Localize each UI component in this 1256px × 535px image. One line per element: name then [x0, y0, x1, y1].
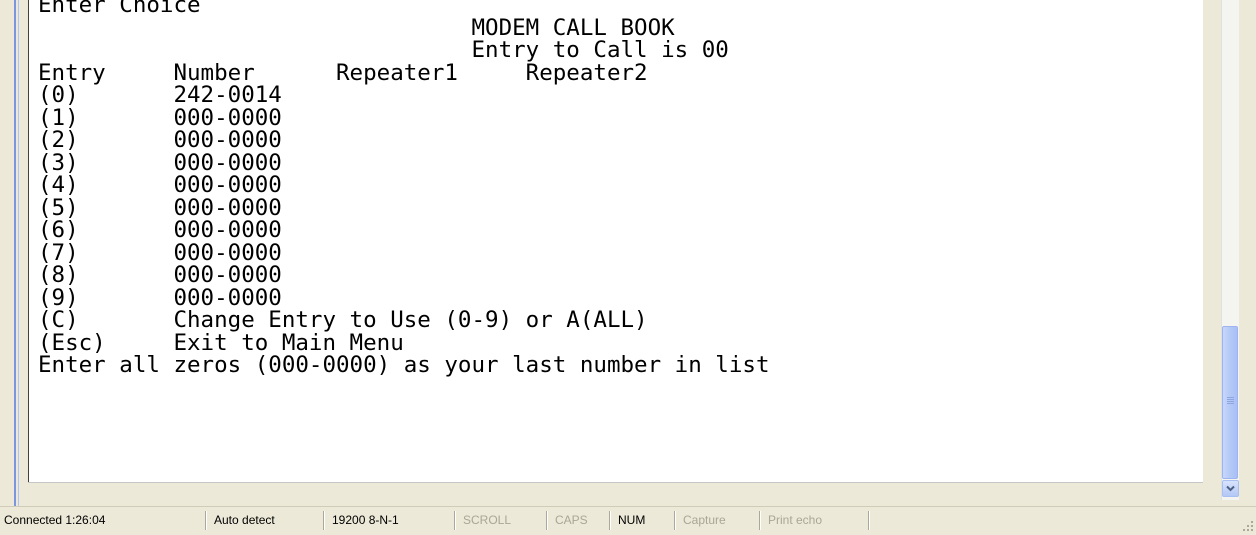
resize-grip-icon[interactable] — [1242, 520, 1254, 532]
hyperterminal-window: Enter Choice MODEM CALL BOOK Entry to Ca… — [0, 0, 1256, 506]
status-scroll-indicator: SCROLL — [463, 513, 512, 527]
terminal-panel[interactable]: Enter Choice MODEM CALL BOOK Entry to Ca… — [28, 0, 1204, 483]
status-caps-indicator: CAPS — [555, 513, 588, 527]
status-bar: Connected 1:26:04 Auto detect 19200 8-N-… — [0, 506, 1256, 534]
scroll-down-button[interactable] — [1222, 480, 1239, 497]
status-port-settings: 19200 8-N-1 — [332, 513, 399, 527]
status-print-echo-indicator: Print echo — [768, 513, 823, 527]
terminal-line-instruction: Enter all zeros (000-0000) as your last … — [38, 352, 770, 378]
status-capture-indicator: Capture — [683, 513, 726, 527]
terminal-text[interactable]: Enter Choice MODEM CALL BOOK Entry to Ca… — [38, 0, 770, 377]
status-num-indicator: NUM — [618, 513, 646, 527]
scrollbar-thumb[interactable] — [1222, 326, 1238, 479]
status-connected: Connected 1:26:04 — [4, 513, 106, 527]
status-detect: Auto detect — [214, 513, 275, 527]
vertical-scrollbar[interactable] — [1221, 0, 1239, 500]
window-left-border — [0, 0, 28, 506]
